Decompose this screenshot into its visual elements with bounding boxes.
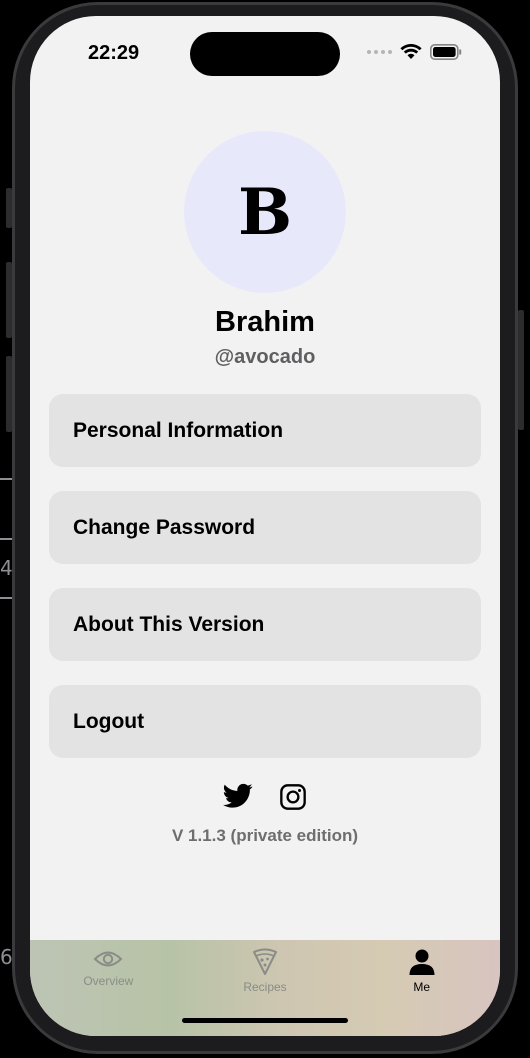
instagram-icon[interactable] bbox=[279, 783, 307, 811]
profile-menu: Personal Information Change Password Abo… bbox=[49, 394, 481, 782]
profile-handle: @avocado bbox=[214, 346, 316, 368]
social-links bbox=[30, 783, 500, 811]
side-button bbox=[6, 188, 12, 228]
tab-label: Recipes bbox=[243, 980, 287, 994]
avatar: B bbox=[184, 131, 346, 293]
cellular-icon bbox=[367, 50, 392, 54]
app-screen: 22:29 B Brahim @avocado Personal Informa… bbox=[30, 16, 500, 1036]
menu-item-label: Change Password bbox=[73, 515, 256, 539]
battery-icon bbox=[430, 44, 462, 60]
status-icons bbox=[367, 44, 462, 60]
volume-down-button bbox=[6, 356, 12, 432]
volume-up-button bbox=[6, 262, 12, 338]
avatar-initial: B bbox=[237, 174, 293, 250]
profile-name: Brahim bbox=[215, 306, 315, 338]
tab-label: Me bbox=[413, 980, 431, 994]
personal-information-button[interactable]: Personal Information bbox=[49, 394, 481, 467]
version-label: V 1.1.3 (private edition) bbox=[171, 826, 359, 845]
tab-overview[interactable]: Overview bbox=[30, 940, 187, 1036]
menu-item-label: About This Version bbox=[73, 612, 265, 636]
tab-me[interactable]: Me bbox=[343, 940, 500, 1036]
about-version-button[interactable]: About This Version bbox=[49, 588, 481, 661]
tab-label: Overview bbox=[83, 974, 134, 988]
edge-fragment-text: 4 bbox=[0, 556, 13, 580]
edge-fragment-text: 6 bbox=[0, 945, 13, 969]
power-button bbox=[518, 310, 524, 430]
logout-button[interactable]: Logout bbox=[49, 685, 481, 758]
edge-mark bbox=[0, 597, 12, 599]
change-password-button[interactable]: Change Password bbox=[49, 491, 481, 564]
eye-icon bbox=[93, 951, 123, 967]
person-icon bbox=[409, 949, 435, 975]
dynamic-island bbox=[190, 32, 340, 76]
status-time: 22:29 bbox=[88, 42, 140, 64]
menu-item-label: Logout bbox=[73, 709, 145, 733]
edge-mark bbox=[0, 478, 12, 480]
wifi-icon bbox=[400, 44, 422, 59]
home-indicator[interactable] bbox=[182, 1018, 348, 1023]
menu-item-label: Personal Information bbox=[73, 418, 284, 442]
twitter-icon[interactable] bbox=[223, 783, 253, 809]
pizza-icon bbox=[253, 948, 277, 975]
edge-mark bbox=[0, 538, 12, 540]
